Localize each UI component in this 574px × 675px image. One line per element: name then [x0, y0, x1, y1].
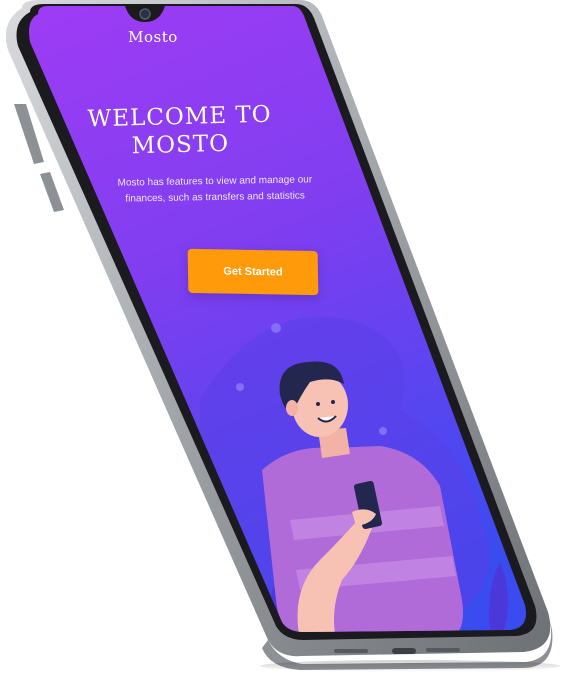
charging-port [392, 648, 416, 654]
welcome-title: WELCOME TO MOSTO [84, 101, 275, 162]
power-button [40, 172, 64, 212]
phone-device [5, 0, 560, 672]
get-started-button[interactable]: Get Started [187, 248, 319, 296]
phone-screen [29, 6, 526, 632]
bubble-dot [271, 323, 281, 333]
bubble-dot [379, 427, 387, 435]
front-camera-icon [139, 8, 151, 20]
get-started-label: Get Started [223, 265, 283, 279]
app-name-label: Mosto [128, 28, 178, 46]
welcome-title-line2: MOSTO [131, 130, 230, 160]
welcome-tagline: Mosto has features to view and manage ou… [117, 174, 313, 205]
welcome-title-line1: WELCOME TO [87, 101, 272, 133]
bubble-dot [236, 383, 244, 391]
phone-mockup: Mosto WELCOME TO MOSTO Mosto has feature… [0, 0, 574, 675]
